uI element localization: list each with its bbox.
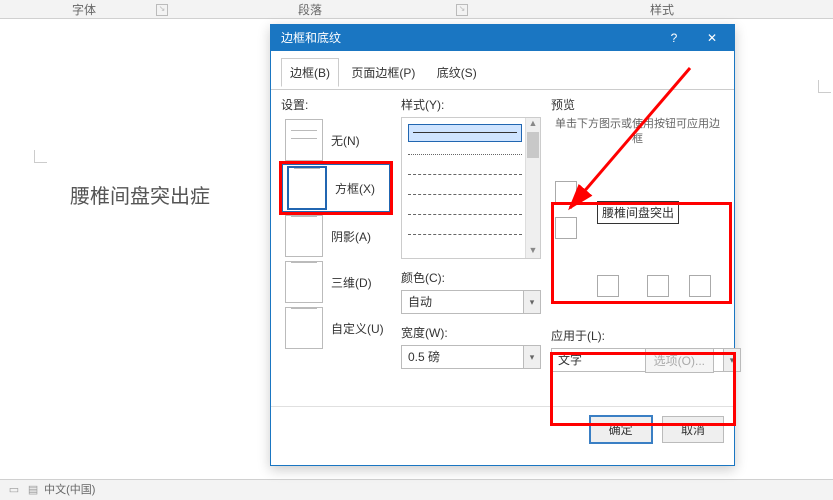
status-book-icon[interactable]: ▤ (25, 480, 41, 500)
setting-none-icon (285, 119, 323, 161)
preview-center-border-button[interactable] (647, 275, 669, 297)
ribbon-group-styles: 样式 (650, 1, 674, 18)
width-label: 宽度(W): (401, 324, 541, 341)
preview-left-border-button[interactable] (597, 275, 619, 297)
ok-button[interactable]: 确定 (589, 415, 653, 444)
setting-custom-icon (285, 307, 323, 349)
preview-label: 预览 (551, 96, 724, 113)
setting-box[interactable]: 方框(X) (281, 163, 391, 213)
chevron-down-icon[interactable]: ▾ (523, 346, 540, 368)
setting-3d-label: 三维(D) (331, 274, 372, 291)
apply-to-label: 应用于(L): (551, 327, 724, 344)
preview-bottom-border-button[interactable] (555, 217, 577, 239)
setting-shadow-label: 阴影(A) (331, 228, 371, 245)
cancel-button[interactable]: 取消 (662, 416, 724, 443)
ribbon-group-paragraph: 段落 (298, 1, 322, 18)
style-column: 样式(Y): ▲ ▼ 颜色(C): 自动 ▾ 宽度(W): (401, 96, 541, 369)
document-page: 腰椎间盘突出症 (40, 70, 260, 470)
help-button[interactable]: ? (658, 25, 690, 51)
document-text[interactable]: 腰椎间盘突出症 (70, 180, 210, 209)
setting-shadow-icon (285, 215, 323, 257)
setting-3d-icon (285, 261, 323, 303)
margin-mark-left-icon (34, 150, 47, 163)
tab-shading[interactable]: 底纹(S) (428, 58, 486, 87)
font-dialog-launcher-icon[interactable]: ↘ (156, 4, 168, 16)
color-combo[interactable]: 自动 ▾ (401, 290, 541, 314)
setting-shadow[interactable]: 阴影(A) (281, 213, 391, 259)
style-dashdotdot[interactable] (408, 234, 522, 235)
status-page-icon[interactable]: ▭ (6, 480, 22, 500)
preview-column: 预览 单击下方图示或使用按钮可应用边框 腰椎间盘突出 应用于(L): 文字 ▾ (551, 96, 724, 372)
borders-shading-dialog: 边框和底纹 ? ✕ 边框(B) 页面边框(P) 底纹(S) 设置: 无(N) 方… (270, 24, 735, 466)
paragraph-dialog-launcher-icon[interactable]: ↘ (456, 4, 468, 16)
color-value: 自动 (408, 295, 432, 309)
scroll-thumb[interactable] (527, 132, 539, 158)
preview-top-border-button[interactable] (555, 181, 577, 203)
width-value: 0.5 磅 (408, 350, 440, 364)
tab-borders[interactable]: 边框(B) (281, 58, 339, 87)
setting-3d[interactable]: 三维(D) (281, 259, 391, 305)
preview-right-border-button[interactable] (689, 275, 711, 297)
setting-custom[interactable]: 自定义(U) (281, 305, 391, 351)
chevron-down-icon[interactable]: ▾ (723, 349, 740, 371)
status-bar: ▭ ▤ 中文(中国) (0, 479, 833, 500)
setting-none[interactable]: 无(N) (281, 117, 391, 163)
style-dashed-s[interactable] (408, 174, 522, 175)
preview-area: 腰椎间盘突出 (551, 167, 724, 287)
dialog-body: 设置: 无(N) 方框(X) 阴影(A) 三维(D) 自定义(U) (271, 90, 734, 430)
setting-column: 设置: 无(N) 方框(X) 阴影(A) 三维(D) 自定义(U) (281, 96, 391, 351)
style-dashed-m[interactable] (408, 194, 522, 195)
setting-label: 设置: (281, 96, 391, 113)
options-button: 选项(O)... (645, 348, 714, 373)
style-scrollbar[interactable]: ▲ ▼ (525, 118, 540, 258)
ribbon-row: 字体 ↘ 段落 ↘ 样式 (0, 0, 833, 19)
dialog-footer: 确定 取消 (271, 406, 734, 465)
setting-custom-label: 自定义(U) (331, 320, 384, 337)
scroll-up-icon[interactable]: ▲ (526, 118, 540, 131)
tab-page-border[interactable]: 页面边框(P) (342, 58, 424, 87)
ribbon-group-font: 字体 (72, 1, 96, 18)
dialog-titlebar[interactable]: 边框和底纹 ? ✕ (271, 25, 734, 51)
width-spin[interactable]: 0.5 磅 ▾ (401, 345, 541, 369)
setting-none-label: 无(N) (331, 132, 360, 149)
style-label: 样式(Y): (401, 96, 541, 113)
style-dashdot[interactable] (408, 214, 522, 215)
tab-strip: 边框(B) 页面边框(P) 底纹(S) (271, 51, 734, 90)
apply-to-value: 文字 (558, 353, 582, 367)
preview-sample-text: 腰椎间盘突出 (597, 201, 679, 224)
color-label: 颜色(C): (401, 269, 541, 286)
setting-box-icon (287, 166, 327, 210)
dialog-title: 边框和底纹 (281, 31, 341, 45)
setting-box-label: 方框(X) (335, 180, 375, 197)
preview-hint: 单击下方图示或使用按钮可应用边框 (551, 117, 724, 147)
style-solid-selected[interactable] (408, 124, 522, 142)
status-language[interactable]: 中文(中国) (44, 484, 95, 496)
scroll-down-icon[interactable]: ▼ (526, 245, 540, 258)
style-list[interactable]: ▲ ▼ (401, 117, 541, 259)
close-icon[interactable]: ✕ (696, 25, 728, 51)
style-dotted[interactable] (408, 154, 522, 155)
margin-mark-right-icon (818, 80, 831, 93)
chevron-down-icon[interactable]: ▾ (523, 291, 540, 313)
